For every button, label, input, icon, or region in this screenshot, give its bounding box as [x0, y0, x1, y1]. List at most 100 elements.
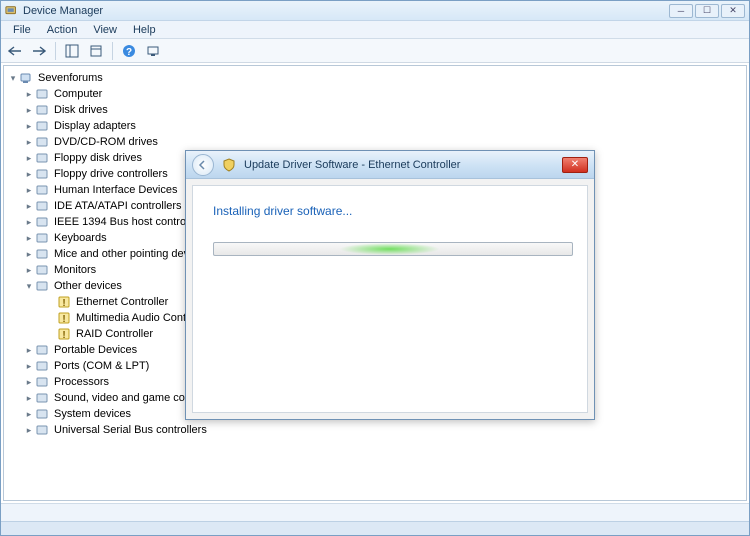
expand-icon[interactable]: ▸ — [24, 342, 34, 358]
tree-node-1[interactable]: ▸ Disk drives — [6, 102, 744, 118]
tree-node-label: Computer — [52, 86, 102, 102]
tree-node-root[interactable]: ▾ Sevenforums — [6, 70, 744, 86]
maximize-button[interactable]: ☐ — [695, 4, 719, 18]
tree-node-label: Sevenforums — [36, 70, 103, 86]
mouse-icon — [34, 247, 50, 261]
expand-icon[interactable]: ▸ — [24, 406, 34, 422]
tree-node-2[interactable]: ▸Display adapters — [6, 118, 744, 134]
tree-node-label: RAID Controller — [74, 326, 153, 342]
expand-icon[interactable]: ▸ — [24, 422, 34, 438]
expand-icon[interactable]: ▸ — [24, 118, 34, 134]
sound-icon — [34, 391, 50, 405]
titlebar: Device Manager ─ ☐ ✕ — [1, 1, 749, 21]
menu-action[interactable]: Action — [39, 22, 86, 38]
svg-text:!: ! — [62, 314, 65, 325]
update-driver-dialog: Update Driver Software - Ethernet Contro… — [185, 150, 595, 420]
tree-node-label: System devices — [52, 406, 131, 422]
tree-node-label: IDE ATA/ATAPI controllers — [52, 198, 182, 214]
tree-node-18[interactable]: ▸ Universal Serial Bus controllers — [6, 422, 744, 438]
scan-hardware-button[interactable] — [143, 41, 163, 61]
toolbar-separator — [112, 42, 113, 60]
warn-icon: ! — [56, 311, 72, 325]
statusbar — [1, 503, 749, 521]
usb-icon — [34, 423, 50, 437]
tree-node-label: IEEE 1394 Bus host controllers — [52, 214, 206, 230]
tree-node-label: Keyboards — [52, 230, 107, 246]
tree-node-label: Disk drives — [52, 102, 108, 118]
system-icon — [34, 407, 50, 421]
expand-icon[interactable]: ▸ — [24, 166, 34, 182]
help-button[interactable]: ? — [119, 41, 139, 61]
window-title: Device Manager — [23, 5, 669, 17]
ports-icon — [34, 359, 50, 373]
cpu-icon — [34, 375, 50, 389]
tree-node-label: Monitors — [52, 262, 96, 278]
warn-icon: ! — [56, 295, 72, 309]
expand-icon[interactable]: ▸ — [24, 102, 34, 118]
dialog-close-button[interactable]: ✕ — [562, 157, 588, 173]
tree-node-label: Portable Devices — [52, 342, 137, 358]
svg-text:!: ! — [62, 330, 65, 341]
expand-icon[interactable]: ▸ — [24, 358, 34, 374]
window-controls: ─ ☐ ✕ — [669, 4, 745, 18]
tree-node-label: Floppy disk drives — [52, 150, 142, 166]
root-icon — [18, 71, 34, 85]
show-hide-tree-button[interactable] — [62, 41, 82, 61]
dvd-icon — [34, 135, 50, 149]
svg-text:!: ! — [62, 298, 65, 309]
dialog-titlebar: Update Driver Software - Ethernet Contro… — [186, 151, 594, 179]
tree-node-0[interactable]: ▸ Computer — [6, 86, 744, 102]
floppy-icon — [34, 151, 50, 165]
expand-icon[interactable]: ▸ — [24, 150, 34, 166]
svg-text:?: ? — [126, 47, 132, 58]
disk-icon — [34, 103, 50, 117]
tree-node-3[interactable]: ▸ DVD/CD-ROM drives — [6, 134, 744, 150]
tree-node-label: DVD/CD-ROM drives — [52, 134, 158, 150]
menu-view[interactable]: View — [85, 22, 125, 38]
tree-node-label: Ethernet Controller — [74, 294, 168, 310]
computer-icon — [34, 87, 50, 101]
expand-icon[interactable]: ▸ — [24, 86, 34, 102]
app-icon — [5, 4, 19, 18]
ide-icon — [34, 199, 50, 213]
keyboard-icon — [34, 231, 50, 245]
toolbar-separator — [55, 42, 56, 60]
tree-node-label: Floppy drive controllers — [52, 166, 168, 182]
hid-icon — [34, 183, 50, 197]
expand-icon[interactable]: ▸ — [24, 246, 34, 262]
close-button[interactable]: ✕ — [721, 4, 745, 18]
tree-node-label: Human Interface Devices — [52, 182, 178, 198]
tree-node-label: Processors — [52, 374, 109, 390]
tree-node-label: Universal Serial Bus controllers — [52, 422, 207, 438]
nav-back-button[interactable] — [5, 41, 25, 61]
shield-icon — [222, 158, 238, 172]
collapse-icon[interactable]: ▾ — [8, 70, 18, 86]
menubar: File Action View Help — [1, 21, 749, 39]
bottom-band — [1, 521, 749, 535]
dialog-body: Installing driver software... — [192, 185, 588, 413]
expand-icon[interactable]: ▸ — [24, 230, 34, 246]
expand-icon[interactable]: ▸ — [24, 198, 34, 214]
menu-file[interactable]: File — [5, 22, 39, 38]
minimize-button[interactable]: ─ — [669, 4, 693, 18]
expand-icon[interactable]: ▸ — [24, 214, 34, 230]
dialog-message: Installing driver software... — [213, 204, 567, 218]
progress-glow — [339, 243, 439, 255]
other-icon — [34, 279, 50, 293]
expand-icon[interactable]: ▸ — [24, 374, 34, 390]
portable-icon — [34, 343, 50, 357]
tree-node-label: Ports (COM & LPT) — [52, 358, 149, 374]
monitor-icon — [34, 263, 50, 277]
dialog-back-button[interactable] — [192, 154, 214, 176]
collapse-icon[interactable]: ▾ — [24, 278, 34, 294]
warn-icon: ! — [56, 327, 72, 341]
expand-icon[interactable]: ▸ — [24, 390, 34, 406]
expand-icon[interactable]: ▸ — [24, 182, 34, 198]
nav-forward-button[interactable] — [29, 41, 49, 61]
tree-node-label: Other devices — [52, 278, 122, 294]
dialog-title: Update Driver Software - Ethernet Contro… — [244, 159, 562, 171]
properties-button[interactable] — [86, 41, 106, 61]
menu-help[interactable]: Help — [125, 22, 164, 38]
expand-icon[interactable]: ▸ — [24, 262, 34, 278]
expand-icon[interactable]: ▸ — [24, 134, 34, 150]
